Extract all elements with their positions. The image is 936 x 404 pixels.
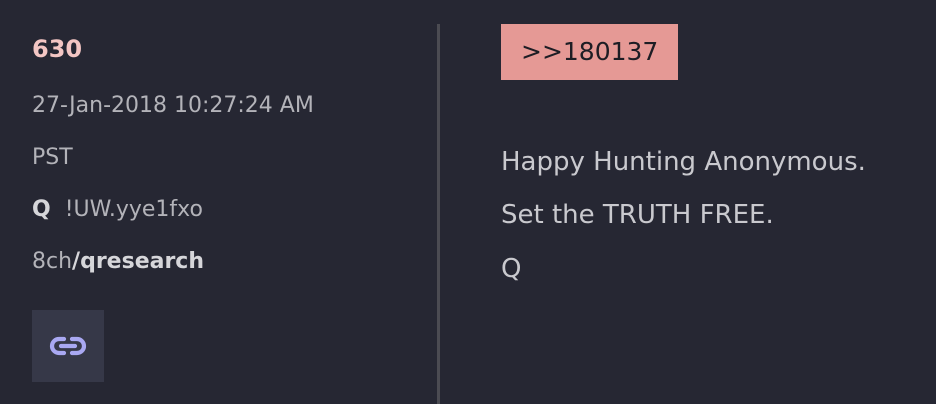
- trip-name: Q: [32, 197, 51, 222]
- permalink-button[interactable]: [32, 310, 104, 382]
- reply-reference-link[interactable]: >>180137: [501, 24, 679, 80]
- message-line: Q: [501, 254, 522, 284]
- post-date: 27-Jan-2018 10:27:24 AM: [32, 93, 314, 118]
- message-line: Happy Hunting Anonymous.: [501, 147, 866, 177]
- post-number: 630: [32, 35, 83, 63]
- board-site: 8ch: [32, 249, 73, 274]
- board-name: /qresearch: [72, 249, 205, 274]
- trip-code: !UW.yye1fxo: [64, 197, 203, 222]
- post-tripcode: Q !UW.yye1fxo: [32, 196, 203, 224]
- message-line: Set the TRUTH FREE.: [501, 200, 774, 230]
- post-board: 8ch/qresearch: [32, 248, 204, 276]
- link-chain-icon: [49, 336, 87, 356]
- column-divider: [437, 24, 440, 404]
- post-timezone: PST: [32, 145, 73, 170]
